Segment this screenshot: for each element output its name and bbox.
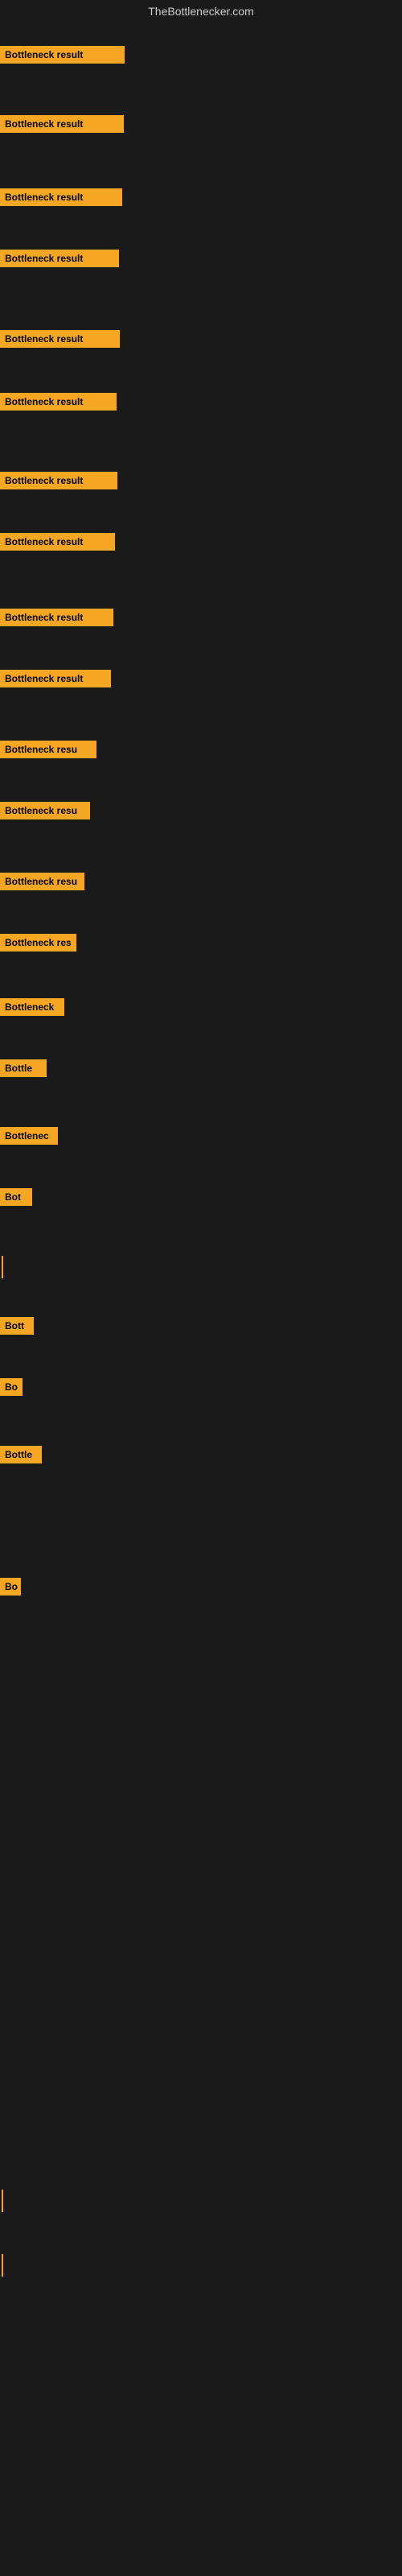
bottleneck-bar-row: Bottleneck result [0,188,122,210]
bottleneck-bar-row: Bott [0,1317,34,1339]
bottleneck-result-bar: Bottleneck result [0,393,117,411]
bottleneck-bar-row: Bottlenec [0,1127,58,1149]
bottleneck-indicator-line [2,1256,3,1278]
bottleneck-bar-row: Bottleneck result [0,609,113,630]
bottleneck-result-bar: Bottleneck resu [0,802,90,819]
bottleneck-result-bar: Bottleneck result [0,330,120,348]
bottleneck-bar-row: Bottleneck result [0,250,119,271]
bottleneck-result-bar: Bottleneck resu [0,873,84,890]
bottleneck-indicator-line [2,2254,3,2277]
bottleneck-bar-row: Bottleneck resu [0,802,90,824]
bottleneck-result-bar: Bo [0,1378,23,1396]
bottleneck-bar-row: Bottleneck result [0,472,117,493]
bottleneck-result-bar: Bottleneck result [0,250,119,267]
bottleneck-result-bar: Bottle [0,1059,47,1077]
bottleneck-result-bar: Bottleneck result [0,670,111,687]
bottleneck-bar-row: Bo [0,1378,23,1400]
bottleneck-result-bar: Bottleneck result [0,188,122,206]
bottleneck-result-bar: Bott [0,1317,34,1335]
bottleneck-result-bar: Bottleneck resu [0,741,96,758]
bottleneck-result-bar: Bottlenec [0,1127,58,1145]
bottleneck-bar-row: Bottleneck result [0,330,120,352]
bottleneck-bar-row: Bottleneck resu [0,741,96,762]
bottleneck-result-bar: Bottleneck result [0,115,124,133]
bottleneck-result-bar: Bottleneck res [0,934,76,952]
site-title: TheBottlenecker.com [0,0,402,23]
bottleneck-result-bar: Bottleneck result [0,472,117,489]
bottleneck-bar-row: Bottleneck result [0,533,115,555]
bottleneck-result-bar: Bottleneck result [0,46,125,64]
bottleneck-result-bar: Bo [0,1578,21,1596]
bottleneck-indicator-line [2,2190,3,2212]
bottleneck-bar-row: Bottleneck result [0,46,125,68]
bottleneck-bar-row: Bottleneck result [0,393,117,415]
bottleneck-result-bar: Bottleneck result [0,609,113,626]
bottleneck-bar-row: Bottleneck result [0,115,124,137]
bottleneck-result-bar: Bottle [0,1446,42,1463]
bottleneck-bar-row: Bottleneck res [0,934,76,956]
bottleneck-bar-row: Bo [0,1578,21,1600]
bottleneck-bar-row: Bottle [0,1446,42,1468]
bottleneck-result-bar: Bottleneck [0,998,64,1016]
bottleneck-result-bar: Bottleneck result [0,533,115,551]
bottleneck-bar-row: Bottleneck resu [0,873,84,894]
bottleneck-bar-row: Bottleneck [0,998,64,1020]
bottleneck-bar-row: Bottle [0,1059,47,1081]
bottleneck-bar-row: Bot [0,1188,32,1210]
bottleneck-result-bar: Bot [0,1188,32,1206]
bottleneck-bar-row: Bottleneck result [0,670,111,691]
